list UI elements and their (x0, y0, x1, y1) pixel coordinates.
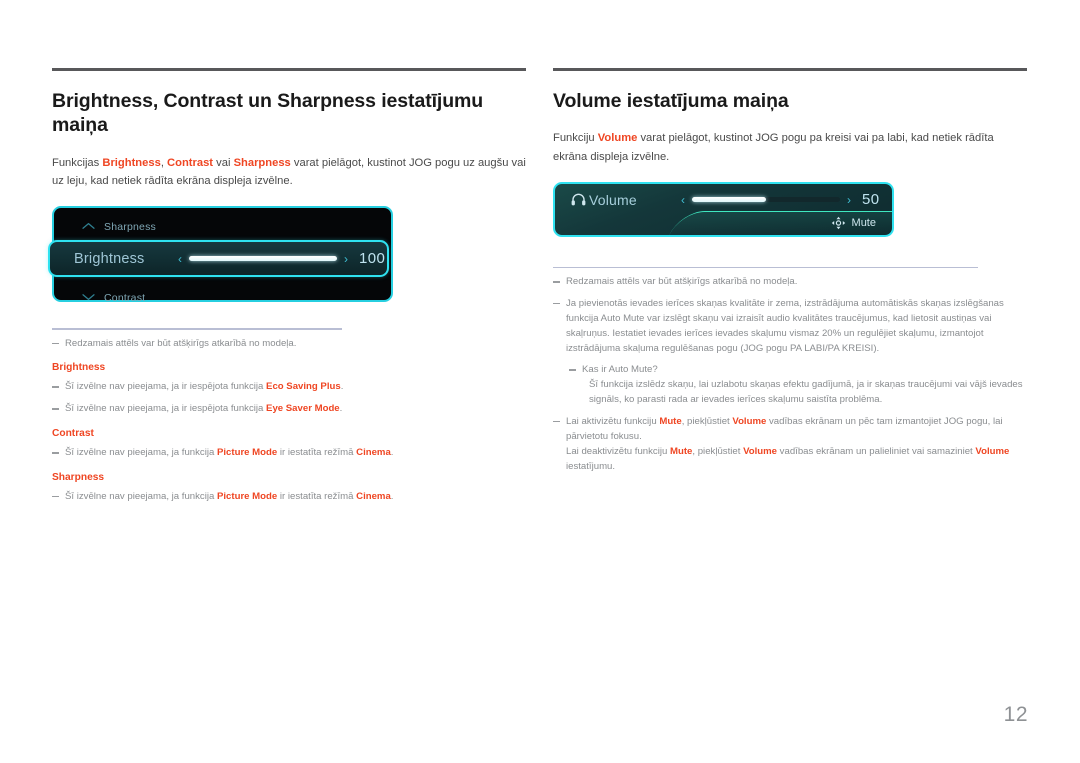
note-text: iestatījumu. (566, 460, 616, 472)
keyword-cinema: Cinema (356, 447, 391, 459)
slider-right-arrow-icon[interactable]: › (847, 194, 851, 206)
mute-label: Mute (851, 217, 876, 230)
note-text: . (340, 381, 344, 393)
note-text: ir iestatīta režīmā (277, 490, 357, 502)
note-text: , piekļūstiet (692, 445, 744, 457)
note-question: Kas ir Auto Mute? (582, 364, 658, 376)
keyword-picture-mode: Picture Mode (216, 447, 278, 459)
jog-button-icon (831, 216, 846, 230)
right-column: Volume iestatījuma maiņa Funkciju Volume… (553, 0, 1027, 474)
osd-row-contrast[interactable]: Contrast (54, 283, 391, 313)
intro-paragraph-right: Funkciju Volume varat pielāgot, kustinot… (553, 129, 1027, 165)
volume-value: 50 (862, 191, 880, 209)
headphone-icon (571, 193, 586, 206)
osd-row-mute[interactable]: Mute (555, 212, 892, 235)
note-item-auto-mute: Kas ir Auto Mute? Šī funkcija izslēdz sk… (569, 363, 1027, 408)
note-text: Šī izvēlne nav pieejama, ja ir iespējota… (65, 403, 267, 415)
note-text: Lai deaktivizētu funkciju (566, 445, 670, 457)
note-item: Šī izvēlne nav pieejama, ja ir iespējota… (52, 380, 526, 395)
note-item: Šī izvēlne nav pieejama, ja ir iespējota… (52, 402, 526, 417)
note-item-mute-usage: Lai aktivizētu funkciju Mute, piekļūstie… (553, 415, 1027, 474)
note-group-heading: Sharpness (52, 471, 105, 483)
osd-volume-panel[interactable]: Volume ‹ › 50 Mute (553, 181, 894, 237)
note-text: ir iestatīta režīmā (277, 447, 357, 459)
slider-right-arrow-icon[interactable]: › (344, 253, 348, 265)
keyword-volume: Volume (732, 416, 767, 428)
brightness-slider-fill (189, 256, 337, 262)
intro-text: vai (213, 156, 234, 169)
slider-left-arrow-icon[interactable]: ‹ (178, 253, 182, 265)
brightness-slider[interactable] (189, 256, 337, 262)
note-text: Lai aktivizētu funkciju (566, 416, 660, 428)
note-text: . (390, 447, 394, 459)
intro-paragraph-left: Funkcijas Brightness, Contrast vai Sharp… (52, 154, 526, 190)
page-title-right: Volume iestatījuma maiņa (553, 90, 789, 112)
osd-row-label: Sharpness (104, 221, 156, 234)
osd-row-sharpness[interactable]: Sharpness (54, 212, 391, 242)
keyword-volume: Volume (743, 445, 778, 457)
page-title-left: Brightness, Contrast un Sharpness iestat… (52, 90, 484, 137)
note-text: , piekļūstiet (681, 416, 733, 428)
keyword-cinema: Cinema (356, 490, 391, 502)
notes-divider (553, 266, 978, 269)
note-text: vadības ekrānam un palieliniet vai samaz… (777, 445, 976, 457)
osd-brightness-panel[interactable]: Sharpness Contrast Brightness ‹ › 100 (48, 206, 393, 304)
note-item: Šī izvēlne nav pieejama, ja funkcija Pic… (52, 490, 526, 505)
keyword-volume: Volume (597, 132, 638, 145)
keyword-mute: Mute (659, 416, 682, 428)
note-item: Redzamais attēls var būt atšķirīgs atkar… (52, 337, 526, 352)
brightness-value: 100 (359, 250, 386, 268)
section-rule-right (553, 68, 1027, 71)
left-column: Brightness, Contrast un Sharpness iestat… (48, 0, 526, 505)
note-item: Šī izvēlne nav pieejama, ja funkcija Pic… (52, 446, 526, 461)
intro-text: Funkciju (553, 132, 598, 145)
note-line-2: Lai deaktivizētu funkciju Mute, piekļūst… (566, 445, 1027, 475)
note-text: Šī izvēlne nav pieejama, ja ir iespējota… (65, 381, 267, 393)
slider-left-arrow-icon[interactable]: ‹ (681, 194, 685, 206)
osd-selected-label: Brightness (74, 250, 145, 267)
osd-row-label: Contrast (104, 292, 146, 305)
chevron-down-icon (82, 293, 104, 304)
volume-slider[interactable] (692, 197, 840, 203)
chevron-up-icon (82, 222, 104, 233)
keyword-sharpness: Sharpness (233, 156, 291, 169)
note-text: Šī izvēlne nav pieejama, ja funkcija (65, 490, 217, 502)
note-group-heading: Contrast (52, 428, 94, 440)
keyword-brightness: Brightness (102, 156, 161, 169)
notes-right: Redzamais attēls var būt atšķirīgs atkar… (553, 266, 1027, 475)
keyword-mute: Mute (670, 445, 693, 457)
osd-row-brightness-selected[interactable]: Brightness ‹ › 100 (48, 240, 389, 278)
intro-text: Funkcijas (52, 156, 103, 169)
manual-page: Brightness, Contrast un Sharpness iestat… (0, 0, 1080, 763)
note-group-heading: Brightness (52, 362, 106, 374)
note-item: Redzamais attēls var būt atšķirīgs atkar… (553, 275, 1027, 290)
keyword-eco-saving-plus: Eco Saving Plus (266, 381, 341, 393)
note-text: . (390, 490, 394, 502)
note-answer: Šī funkcija izslēdz skaņu, lai uzlabotu … (589, 379, 1023, 406)
page-number: 12 (1003, 703, 1028, 726)
note-text: . (339, 403, 343, 415)
keyword-picture-mode: Picture Mode (216, 490, 278, 502)
notes-left: Redzamais attēls var būt atšķirīgs atkar… (52, 328, 526, 505)
note-item: Ja pievienotās ievades ierīces skaņas kv… (553, 297, 1027, 356)
volume-slider-fill (692, 197, 766, 203)
section-rule-left (52, 68, 526, 71)
osd-volume-label: Volume (589, 191, 637, 208)
notes-divider (52, 328, 342, 330)
keyword-eye-saver-mode: Eye Saver Mode (266, 403, 340, 415)
note-text: Šī izvēlne nav pieejama, ja funkcija (65, 447, 217, 459)
keyword-contrast: Contrast (167, 156, 214, 169)
keyword-volume: Volume (975, 445, 1010, 457)
